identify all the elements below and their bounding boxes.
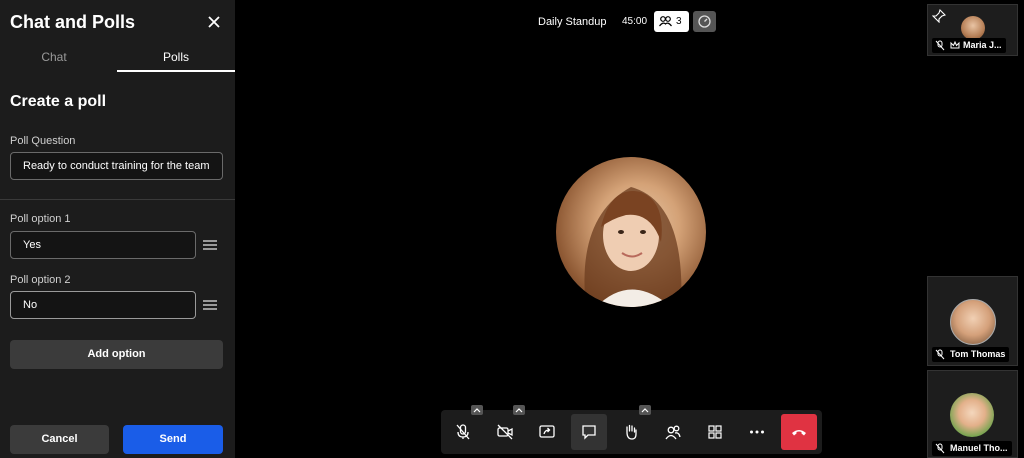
microphone-options-button[interactable]	[471, 405, 483, 415]
panel-tabs: Chat Polls	[0, 44, 235, 72]
close-icon	[208, 16, 220, 28]
reactions-options-button[interactable]	[639, 405, 651, 415]
share-screen-button[interactable]	[529, 414, 565, 450]
more-icon	[750, 430, 764, 434]
close-panel-button[interactable]	[204, 12, 224, 32]
add-option-button[interactable]: Add option	[10, 340, 223, 369]
end-call-icon	[792, 430, 806, 436]
toggle-microphone-button[interactable]	[445, 405, 483, 450]
participants-button[interactable]	[655, 414, 691, 450]
participant-count: 3	[676, 16, 682, 27]
poll-option-2-label: Poll option 2	[10, 274, 71, 286]
participant-count-chip[interactable]: 3	[654, 11, 689, 32]
chat-polls-panel: Chat and Polls Chat Polls Create a poll …	[0, 0, 235, 458]
poll-question-input[interactable]: Ready to conduct training for the team	[10, 152, 223, 180]
participant-tile[interactable]: Manuel Tho...	[927, 370, 1018, 458]
poll-question-label: Poll Question	[10, 135, 76, 147]
grid-view-button[interactable]	[697, 414, 733, 450]
chevron-up-icon	[515, 408, 523, 413]
participant-tile[interactable]: Maria J...	[927, 4, 1018, 56]
meeting-title: Daily Standup	[538, 16, 607, 28]
participant-name-tag: Manuel Tho...	[932, 441, 1012, 456]
drag-handle-icon[interactable]	[203, 300, 217, 310]
drag-handle-icon[interactable]	[203, 240, 217, 250]
participant-name: Tom Thomas	[950, 349, 1006, 359]
microphone-off-icon	[456, 424, 470, 440]
call-toolbar	[441, 405, 822, 454]
network-quality-button[interactable]	[693, 11, 716, 32]
panel-title: Chat and Polls	[10, 12, 136, 32]
participants-icon	[659, 16, 672, 27]
participant-avatar	[950, 393, 994, 437]
participant-avatar	[961, 16, 985, 40]
participant-name-tag: Maria J...	[932, 38, 1006, 53]
raise-hand-button[interactable]	[613, 405, 651, 450]
participant-avatar	[950, 299, 996, 345]
camera-off-icon	[497, 424, 513, 440]
active-speaker-avatar	[556, 157, 706, 307]
chevron-up-icon	[473, 408, 481, 413]
create-poll-heading: Create a poll	[10, 93, 107, 110]
crown-icon	[950, 41, 960, 49]
participant-name-tag: Tom Thomas	[932, 347, 1010, 362]
microphone-off-icon	[935, 349, 945, 360]
chat-button[interactable]	[571, 414, 607, 450]
participant-tile[interactable]: Tom Thomas	[927, 276, 1018, 366]
more-options-button[interactable]	[739, 414, 775, 450]
toggle-camera-button[interactable]	[487, 405, 525, 450]
microphone-off-icon	[935, 40, 945, 51]
poll-option-1-label: Poll option 1	[10, 213, 71, 225]
divider	[0, 199, 235, 200]
microphone-off-icon	[935, 443, 945, 454]
participants-icon	[665, 425, 681, 440]
cancel-button[interactable]: Cancel	[10, 425, 109, 454]
tab-chat[interactable]: Chat	[0, 44, 108, 72]
tab-polls[interactable]: Polls	[117, 44, 235, 72]
participant-name: Manuel Tho...	[950, 443, 1008, 453]
gauge-icon	[698, 15, 711, 28]
send-button[interactable]: Send	[123, 425, 223, 454]
raise-hand-icon	[626, 424, 637, 440]
poll-option-2-input[interactable]: No	[10, 291, 196, 319]
participant-name: Maria J...	[963, 40, 1002, 50]
camera-options-button[interactable]	[513, 405, 525, 415]
end-call-button[interactable]	[781, 414, 817, 450]
grid-view-icon	[708, 425, 722, 439]
share-screen-icon	[539, 425, 555, 438]
pin-icon[interactable]	[932, 9, 946, 23]
chat-icon	[582, 425, 596, 440]
meeting-timer: 45:00	[622, 16, 648, 27]
chevron-up-icon	[641, 408, 649, 413]
poll-option-1-input[interactable]: Yes	[10, 231, 196, 259]
